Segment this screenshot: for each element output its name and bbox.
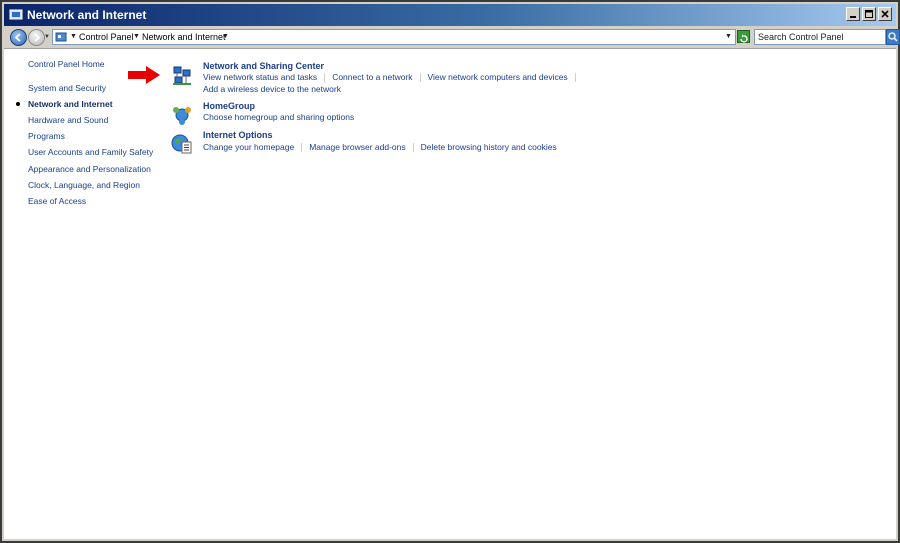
close-icon <box>881 10 889 18</box>
chevron-down-icon[interactable]: ▼ <box>133 30 140 44</box>
refresh-icon <box>740 34 748 43</box>
close-button[interactable] <box>878 7 892 21</box>
forward-arrow-icon <box>34 33 41 42</box>
breadcrumb-network-internet[interactable]: Network and Internet <box>142 30 226 44</box>
network-sharing-links-row2: Add a wireless device to the network <box>203 84 341 94</box>
current-item-bullet <box>16 102 20 106</box>
back-button[interactable] <box>10 29 27 46</box>
homegroup-icon[interactable] <box>171 104 193 126</box>
choose-homegroup-link[interactable]: Choose homegroup and sharing options <box>203 112 354 122</box>
sidebar-item-user-accounts[interactable]: User Accounts and Family Safety <box>28 147 153 157</box>
search-icon <box>888 32 898 42</box>
sidebar-item-hardware-sound[interactable]: Hardware and Sound <box>28 115 108 125</box>
sidebar-item-appearance[interactable]: Appearance and Personalization <box>28 164 151 174</box>
link-separator <box>419 73 421 83</box>
minimize-button[interactable] <box>846 7 860 21</box>
window-title: Network and Internet <box>27 8 147 22</box>
link-separator <box>412 143 414 153</box>
breadcrumb-control-panel[interactable]: Control Panel <box>79 30 134 44</box>
search-button[interactable] <box>886 29 900 45</box>
internet-options-icon[interactable] <box>171 133 193 155</box>
connect-to-network-link[interactable]: Connect to a network <box>332 72 412 82</box>
chevron-down-icon[interactable]: ▼ <box>222 30 229 44</box>
sidebar-item-clock-language[interactable]: Clock, Language, and Region <box>28 180 140 190</box>
address-bar[interactable]: ▼ Control Panel ▼ Network and Internet ▼… <box>52 29 736 45</box>
sidebar-item-control-panel-home[interactable]: Control Panel Home <box>28 59 105 69</box>
main-content: Control Panel Home System and Security N… <box>4 49 896 539</box>
network-window-icon <box>9 9 23 20</box>
sidebar-item-network-internet: Network and Internet <box>28 99 113 109</box>
view-network-status-link[interactable]: View network status and tasks <box>203 72 317 82</box>
sidebar-item-programs[interactable]: Programs <box>28 131 65 141</box>
address-dropdown-icon[interactable]: ▼ <box>725 30 732 44</box>
link-separator <box>301 143 303 153</box>
minimize-icon <box>850 16 856 18</box>
maximize-button[interactable] <box>862 7 876 21</box>
title-bar[interactable]: Network and Internet <box>4 4 896 26</box>
chevron-down-icon[interactable]: ▼ <box>70 30 77 44</box>
delete-browsing-history-link[interactable]: Delete browsing history and cookies <box>421 142 557 152</box>
internet-options-title[interactable]: Internet Options <box>203 130 273 140</box>
homegroup-title[interactable]: HomeGroup <box>203 101 255 111</box>
search-input[interactable]: Search Control Panel <box>754 29 886 45</box>
sidebar-item-ease-of-access[interactable]: Ease of Access <box>28 196 86 206</box>
manage-add-ons-link[interactable]: Manage browser add-ons <box>309 142 405 152</box>
change-homepage-link[interactable]: Change your homepage <box>203 142 294 152</box>
view-network-computers-link[interactable]: View network computers and devices <box>428 72 568 82</box>
back-arrow-icon <box>14 33 21 42</box>
link-separator <box>324 73 326 83</box>
maximize-icon <box>865 10 873 18</box>
sidebar-item-system-security[interactable]: System and Security <box>28 83 106 93</box>
forward-button[interactable] <box>28 29 45 46</box>
link-separator <box>574 73 576 83</box>
network-sharing-center-title[interactable]: Network and Sharing Center <box>203 61 324 71</box>
refresh-button[interactable] <box>737 30 750 43</box>
internet-options-links: Change your homepage Manage browser add-o… <box>203 142 557 153</box>
add-wireless-device-link[interactable]: Add a wireless device to the network <box>203 84 341 94</box>
network-sharing-icon[interactable] <box>171 65 193 87</box>
network-sharing-links: View network status and tasks Connect to … <box>203 72 583 83</box>
recent-pages-dropdown[interactable]: ▼ <box>44 34 50 40</box>
control-panel-icon <box>55 32 67 42</box>
homegroup-links: Choose homegroup and sharing options <box>203 112 354 122</box>
window-frame: Network and Internet ▼ ▼ Control Panel ▼… <box>0 0 900 543</box>
red-arrow-icon <box>128 66 160 84</box>
address-toolbar: ▼ ▼ Control Panel ▼ Network and Internet… <box>4 26 900 49</box>
